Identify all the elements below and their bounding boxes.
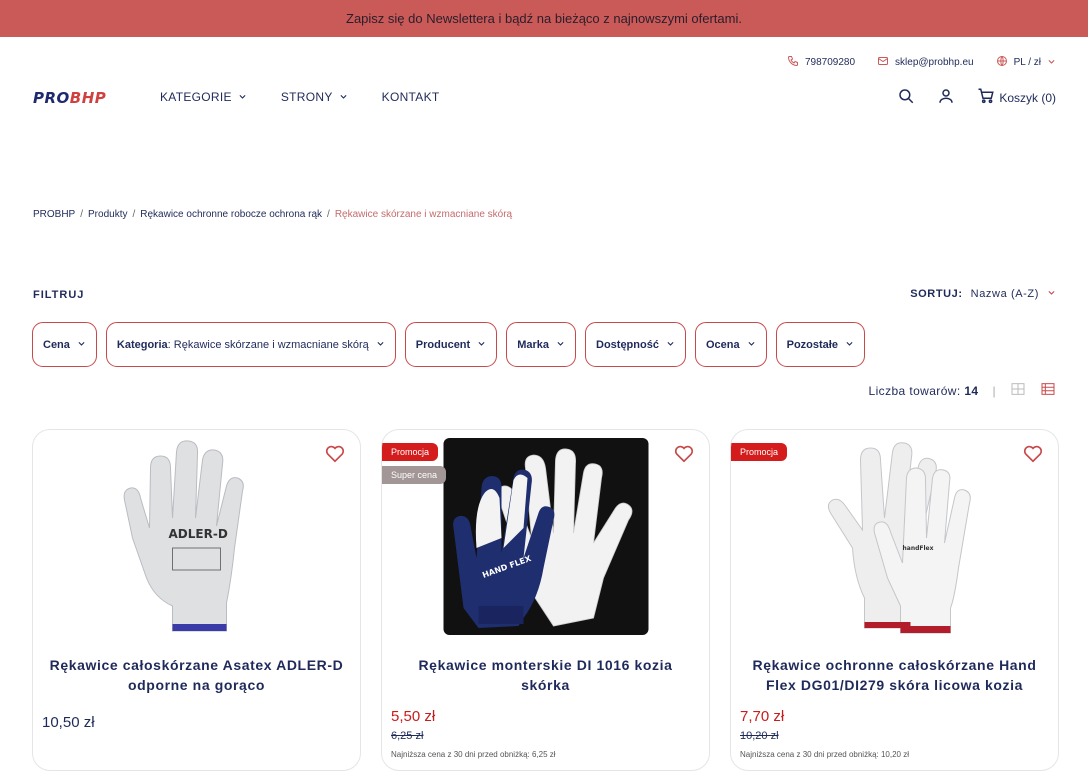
chip-label: Marka — [517, 338, 549, 351]
count-value: 14 — [964, 383, 979, 398]
chip-value: : Rękawice skórzane i wzmacniane skórą — [167, 338, 369, 351]
product-name[interactable]: Rękawice ochronne całoskórzane Hand Flex… — [741, 655, 1048, 695]
heart-icon[interactable] — [1022, 442, 1044, 464]
cart-label: Koszyk (0) — [999, 90, 1056, 105]
product-price: 7,70 zł — [740, 708, 785, 725]
old-price: 6,25 zł — [391, 730, 424, 742]
chip-label: Pozostałe — [786, 338, 838, 351]
user-icon[interactable] — [937, 87, 955, 108]
product-card[interactable]: HAND FLEX Promocja Super cena Rękawice m… — [381, 429, 710, 771]
filter-chip-pozostale[interactable]: Pozostałe — [775, 322, 865, 367]
globe-icon — [996, 55, 1008, 70]
top-contact-bar: 798709280 sklep@probhp.eu PL / zł — [787, 55, 1056, 70]
chip-label: Ocena — [705, 338, 740, 351]
locale-label: PL / zł — [1013, 57, 1041, 68]
nav-label: STRONY — [280, 90, 333, 104]
chip-label: Kategoria — [116, 338, 168, 351]
filter-chips: Cena Kategoria: Rękawice skórzane i wzma… — [32, 322, 865, 367]
filter-chip-marka[interactable]: Marka — [506, 322, 576, 367]
breadcrumb-current: Rękawice skórzane i wzmacniane skórą — [334, 209, 513, 220]
chevron-down-icon — [339, 90, 348, 104]
glove-print: handFlex — [902, 545, 933, 552]
chip-label: Dostępność — [596, 338, 659, 351]
filter-chip-cena[interactable]: Cena — [32, 322, 97, 367]
nav-label: KATEGORIE — [160, 90, 232, 104]
promo-badge: Promocja — [382, 443, 439, 461]
breadcrumb-home[interactable]: PROBHP — [33, 209, 75, 220]
chip-label: Cena — [43, 338, 70, 351]
product-image[interactable]: HAND FLEX — [443, 438, 648, 635]
breadcrumb-products[interactable]: Produkty — [88, 209, 127, 220]
product-count-bar: Liczba towarów: 14 | — [869, 381, 1056, 400]
filter-title: FILTRUJ — [33, 289, 85, 301]
sort-value: Nazwa (A-Z) — [970, 288, 1039, 300]
phone-icon — [787, 55, 799, 70]
breadcrumb-category[interactable]: Rękawice ochronne robocze ochrona rąk — [140, 209, 322, 220]
lowest-price-note: Najniższa cena z 30 dni przed obniżką: 1… — [740, 750, 909, 759]
sort-dropdown[interactable]: SORTUJ: Nazwa (A-Z) — [910, 288, 1056, 300]
lowest-price-note: Najniższa cena z 30 dni przed obniżką: 6… — [391, 750, 556, 759]
newsletter-banner[interactable]: Zapisz się do Newslettera i bądź na bież… — [0, 0, 1088, 37]
super-price-badge: Super cena — [382, 466, 447, 484]
sort-label: SORTUJ: — [910, 288, 963, 300]
list-view-icon[interactable] — [1040, 381, 1056, 400]
filter-chip-producent[interactable]: Producent — [404, 322, 498, 367]
product-image[interactable]: ADLER-D — [94, 438, 299, 635]
filter-chip-ocena[interactable]: Ocena — [694, 322, 767, 367]
product-image[interactable]: handFlex — [792, 438, 997, 635]
count-label: Liczba towarów: — [868, 383, 961, 398]
logo-bhp: BHP — [69, 89, 107, 107]
heart-icon[interactable] — [673, 442, 695, 464]
product-price: 5,50 zł — [391, 708, 436, 725]
chevron-down-icon — [77, 339, 86, 351]
product-name[interactable]: Rękawice całoskórzane Asatex ADLER-D odp… — [43, 655, 350, 695]
divider: | — [992, 383, 996, 398]
chevron-down-icon — [845, 339, 854, 351]
chevron-down-icon — [477, 339, 486, 351]
product-grid: ADLER-D Rękawice całoskórzane Asatex ADL… — [32, 429, 1059, 771]
logo-pro: PRO — [33, 89, 70, 107]
nav-label: KONTAKT — [381, 90, 440, 104]
old-price: 10,20 zł — [740, 730, 779, 742]
mail-icon — [877, 55, 889, 70]
nav-item-kontakt[interactable]: KONTAKT — [382, 90, 440, 104]
chip-label: Producent — [415, 338, 471, 351]
chevron-down-icon — [376, 339, 385, 351]
product-card[interactable]: handFlex Promocja Rękawice ochronne cało… — [730, 429, 1059, 771]
email-contact[interactable]: sklep@probhp.eu — [877, 55, 974, 70]
heart-icon[interactable] — [324, 442, 346, 464]
cart-icon — [977, 87, 995, 108]
chevron-down-icon — [1047, 288, 1056, 300]
grid-view-icon[interactable] — [1010, 381, 1026, 400]
breadcrumb-separator: / — [132, 209, 136, 220]
newsletter-text: Zapisz się do Newslettera i bądź na bież… — [346, 11, 742, 26]
email-address: sklep@probhp.eu — [895, 57, 974, 68]
product-name[interactable]: Rękawice monterskie DI 1016 kozia skórka — [392, 655, 699, 695]
breadcrumb-separator: / — [80, 209, 84, 220]
site-logo[interactable]: PROBHP — [33, 89, 106, 107]
locale-switcher[interactable]: PL / zł — [996, 55, 1056, 70]
chevron-down-icon — [1047, 57, 1056, 69]
search-icon[interactable] — [897, 87, 915, 108]
chevron-down-icon — [238, 90, 247, 104]
filter-chip-kategoria[interactable]: Kategoria: Rękawice skórzane i wzmacnian… — [105, 322, 396, 367]
nav-item-kategorie[interactable]: KATEGORIE — [160, 90, 247, 104]
chevron-down-icon — [666, 339, 675, 351]
breadcrumb: PROBHP / Produkty / Rękawice ochronne ro… — [33, 209, 512, 220]
product-price: 10,50 zł — [42, 714, 95, 731]
glove-print: ADLER-D — [168, 527, 227, 541]
nav-item-strony[interactable]: STRONY — [281, 90, 348, 104]
breadcrumb-separator: / — [327, 209, 330, 220]
main-nav: KATEGORIE STRONY KONTAKT — [160, 90, 440, 104]
cart-button[interactable]: Koszyk (0) — [977, 87, 1056, 108]
promo-badge: Promocja — [731, 443, 788, 461]
phone-contact[interactable]: 798709280 — [787, 55, 855, 70]
chevron-down-icon — [747, 339, 756, 351]
phone-number: 798709280 — [804, 57, 856, 68]
header-actions: Koszyk (0) — [897, 87, 1056, 108]
filter-chip-dostepnosc[interactable]: Dostępność — [585, 322, 686, 367]
product-card[interactable]: ADLER-D Rękawice całoskórzane Asatex ADL… — [32, 429, 361, 771]
chevron-down-icon — [556, 339, 565, 351]
